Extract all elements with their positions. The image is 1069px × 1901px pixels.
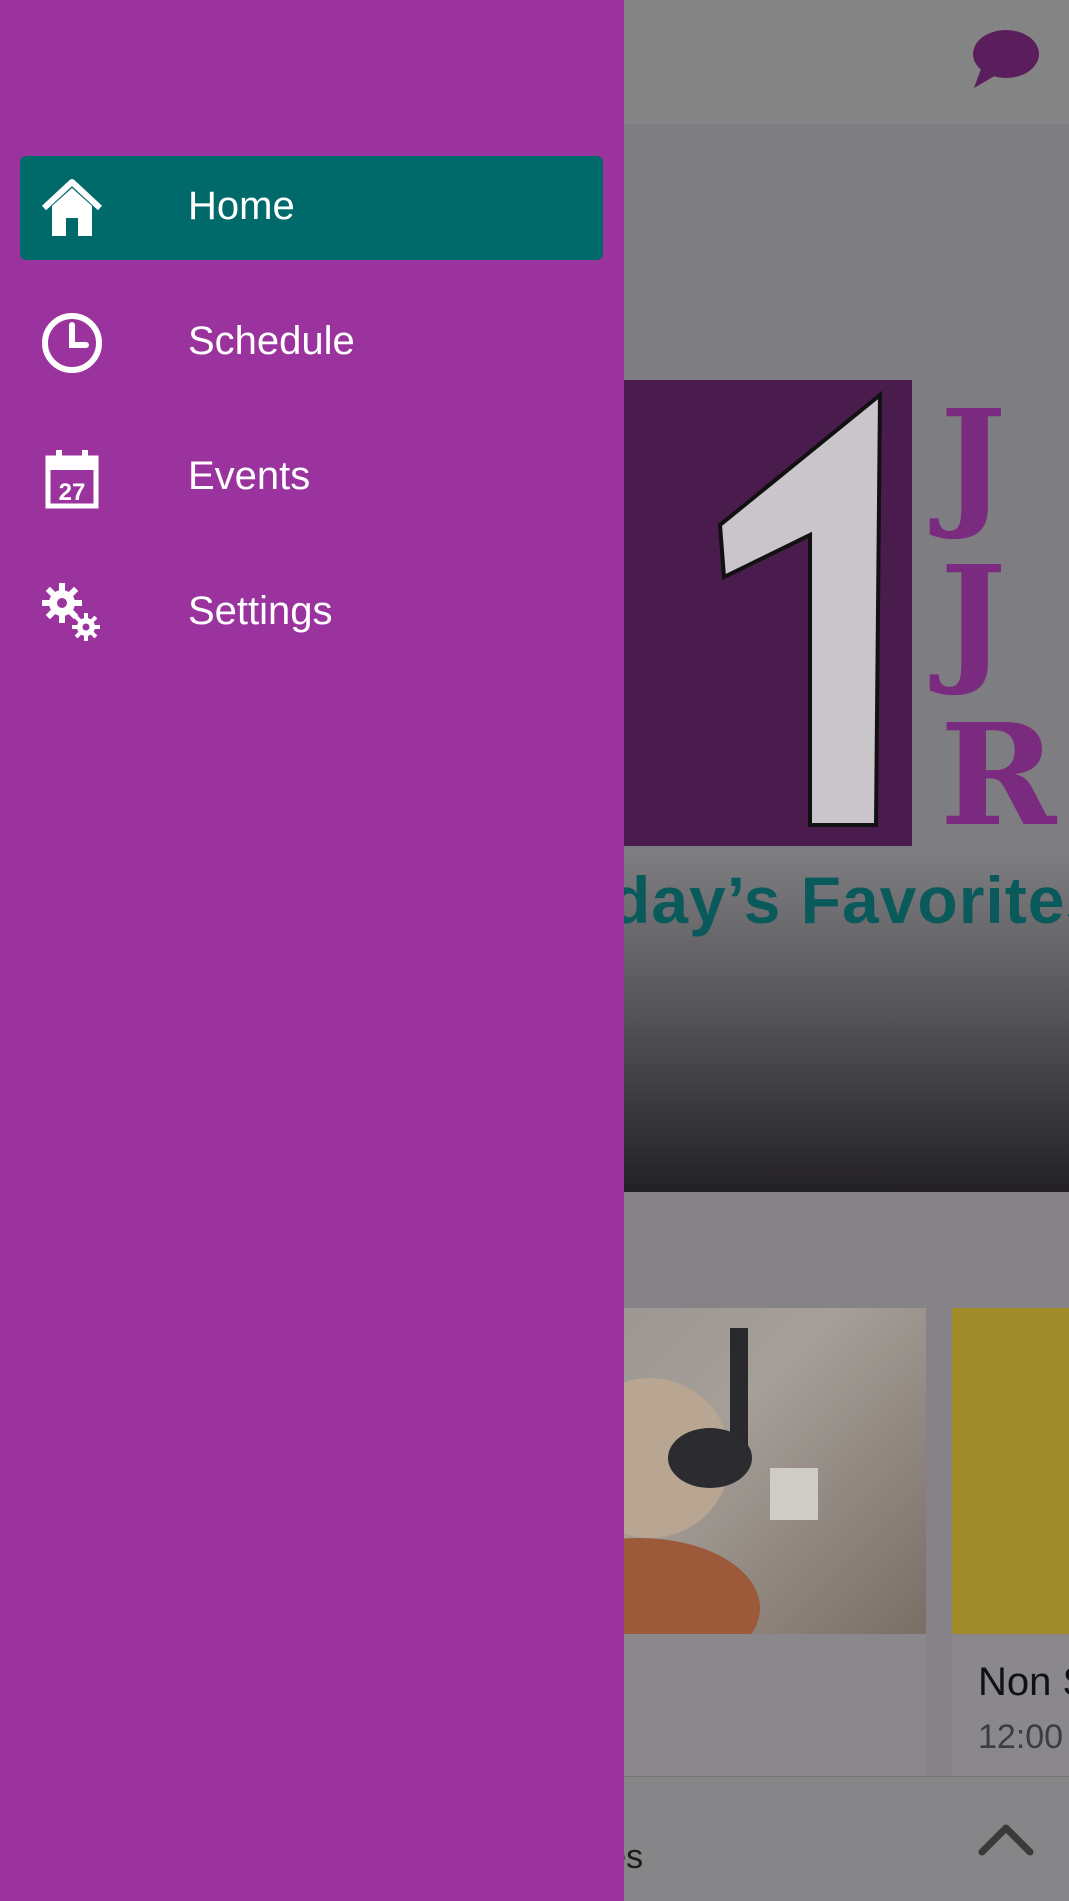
show-card[interactable]: Non S 12:00	[952, 1308, 1069, 1778]
station-logo-numeral	[717, 390, 883, 827]
calendar-icon: 27	[45, 450, 99, 509]
nav-item-events[interactable]: 27 Events	[20, 426, 603, 530]
logo-letter: R	[940, 694, 1057, 858]
logo-letter: J	[940, 380, 1007, 544]
nav-item-settings[interactable]: Settings	[20, 561, 603, 665]
nav-item-label: Home	[188, 184, 295, 228]
logo-letter: J	[940, 536, 1007, 700]
nav-item-schedule[interactable]: Schedule	[20, 291, 603, 395]
show-card-image	[952, 1308, 1069, 1634]
nav-item-label: Schedule	[188, 319, 355, 363]
nav-item-label: Settings	[188, 589, 333, 633]
show-card-title: Non S	[978, 1660, 1069, 1704]
clock-icon	[42, 313, 102, 373]
show-card-time: 12:00	[978, 1718, 1064, 1756]
chevron-up-icon[interactable]	[976, 1818, 1036, 1858]
gears-icon	[42, 583, 100, 641]
nav-item-label: Events	[188, 454, 311, 498]
calendar-day: 27	[59, 479, 86, 506]
station-tagline: day’s Favorites	[610, 863, 1069, 937]
home-icon	[41, 179, 103, 236]
nav-item-home[interactable]: Home	[20, 156, 603, 260]
chat-icon[interactable]	[968, 26, 1040, 92]
navigation-drawer: Home Schedule 27 Events Settings	[0, 0, 624, 1901]
